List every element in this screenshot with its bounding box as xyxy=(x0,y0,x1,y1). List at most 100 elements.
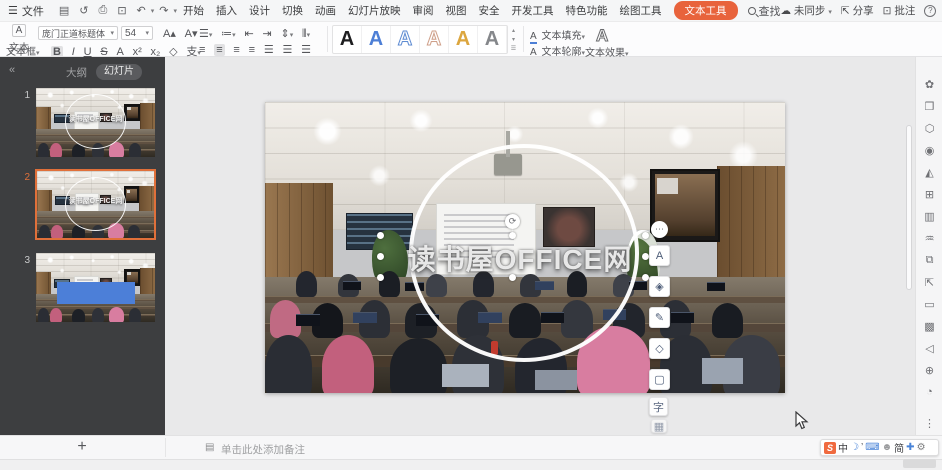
wordart-style-3[interactable]: A xyxy=(391,26,420,53)
ime-punctuation-icon[interactable]: ’ xyxy=(861,442,863,453)
canvas-scrollbar[interactable] xyxy=(906,125,912,290)
ime-skin-icon[interactable]: ✚ xyxy=(906,442,914,453)
selection-handle-ne[interactable] xyxy=(642,232,649,239)
tab-texttools-active[interactable]: 文本工具 xyxy=(674,1,738,20)
ime-simplified-toggle[interactable]: 简 xyxy=(894,440,904,455)
text-fill-button[interactable]: A 文本填充▾ xyxy=(530,27,585,42)
bullets-button[interactable]: ☰▾ xyxy=(199,27,212,40)
ime-keyboard-icon[interactable]: ⌨ xyxy=(865,442,879,453)
selection-handle-se[interactable] xyxy=(642,274,649,281)
slide-thumbnail-1[interactable]: 读书屋OFFICE网 xyxy=(36,88,155,157)
indent-button[interactable]: ⇥ xyxy=(262,27,271,40)
float-grid-button[interactable]: ▦ xyxy=(651,419,667,433)
font-size-select[interactable]: 54▾ xyxy=(121,26,153,40)
current-slide[interactable]: 读书屋OFFICE网 ⟳ xyxy=(265,102,785,393)
gallery-more-icon[interactable]: ☰ xyxy=(511,45,516,52)
gallery-down-icon[interactable]: ▾ xyxy=(512,36,515,43)
sidebar-icon-12[interactable]: ▩ xyxy=(916,320,942,333)
tab-insert[interactable]: 插入 xyxy=(210,3,243,18)
tab-transition[interactable]: 切换 xyxy=(276,3,309,18)
sidebar-icon-10[interactable]: ⇱ xyxy=(916,276,942,289)
align-right-button[interactable]: ≡ xyxy=(233,44,239,56)
wordart-style-2[interactable]: A xyxy=(362,26,391,53)
tab-features[interactable]: 特色功能 xyxy=(560,3,614,18)
gallery-up-icon[interactable]: ▴ xyxy=(512,27,515,34)
sidebar-icon-15[interactable]: ◔ xyxy=(916,386,942,398)
tab-slideshow[interactable]: 幻灯片放映 xyxy=(342,3,407,18)
ime-lang-toggle[interactable]: 中 xyxy=(838,440,848,455)
undo-caret-icon[interactable]: ▾ xyxy=(151,7,155,15)
sidebar-more-icon[interactable]: ⋮ xyxy=(916,417,942,430)
float-frame-button[interactable]: ▢ xyxy=(649,369,670,390)
align-left-button[interactable]: ≡ xyxy=(199,44,205,56)
sidebar-icon-2[interactable]: ❒ xyxy=(916,100,942,113)
sidebar-icon-7[interactable]: ▥ xyxy=(916,210,942,223)
slide-thumbnail-2-selected[interactable]: 读书屋OFFICE网 xyxy=(35,169,156,240)
float-text-style-button[interactable]: A xyxy=(649,245,670,266)
undo-icon[interactable]: ↶ xyxy=(137,4,146,17)
distribute-button-2[interactable]: ☰ xyxy=(282,43,292,56)
find-button[interactable]: 查找 xyxy=(748,3,781,19)
float-layers-button[interactable]: ◈ xyxy=(649,276,670,297)
history-icon[interactable]: ↺ xyxy=(79,4,88,17)
sidebar-icon-4[interactable]: ◉ xyxy=(916,144,942,157)
sidebar-icon-3[interactable]: ⬡ xyxy=(916,122,942,135)
selection-handle-w[interactable] xyxy=(377,253,384,260)
outdent-button[interactable]: ⇤ xyxy=(244,27,253,40)
font-name-select[interactable]: 庞门正道标题体▾ xyxy=(38,26,118,40)
wordart-style-4[interactable]: A xyxy=(420,26,449,53)
tab-design[interactable]: 设计 xyxy=(243,3,276,18)
tab-animation[interactable]: 动画 xyxy=(309,3,342,18)
notes-placeholder[interactable]: 单击此处添加备注 xyxy=(221,442,305,457)
ime-toolbar[interactable]: S 中 ☽ ’ ⌨ ☻ 简 ✚ ⚙ xyxy=(820,439,939,456)
selection-handle-n[interactable] xyxy=(509,232,516,239)
redo-icon[interactable]: ↷ xyxy=(159,4,168,17)
sidebar-icon-14[interactable]: ⊕ xyxy=(916,364,942,377)
sidebar-icon-8[interactable]: ♒ xyxy=(916,232,942,245)
tab-drawtools[interactable]: 绘图工具 xyxy=(614,3,668,18)
align-justify-button[interactable]: ≡ xyxy=(249,44,255,56)
ime-logo-icon[interactable]: S xyxy=(824,442,836,454)
numbering-button[interactable]: ≔▾ xyxy=(221,27,236,40)
collapse-panel-icon[interactable]: « xyxy=(9,64,15,76)
sidebar-icon-1[interactable]: ✿ xyxy=(916,78,942,91)
editing-canvas[interactable]: 读书屋OFFICE网 ⟳ xyxy=(165,57,915,435)
sidebar-icon-9[interactable]: ⧉ xyxy=(916,254,942,267)
sync-status[interactable]: ☁ 未同步 ▾ xyxy=(781,3,832,18)
float-more-options-button[interactable]: ⋯ xyxy=(651,221,668,238)
wordart-style-5[interactable]: A xyxy=(449,26,478,53)
text-direction-button[interactable]: ⫴▾ xyxy=(302,28,310,41)
sidebar-icon-13[interactable]: ◁ xyxy=(916,342,942,355)
ime-account-icon[interactable]: ☻ xyxy=(882,442,893,453)
preview-icon[interactable]: ⊡ xyxy=(117,4,126,17)
rotate-handle[interactable]: ⟳ xyxy=(505,214,520,229)
float-char-button[interactable]: 字 xyxy=(649,397,668,416)
tab-security[interactable]: 安全 xyxy=(473,3,506,18)
print-icon[interactable]: ⎙ xyxy=(99,4,108,17)
float-brush-button[interactable]: ✎ xyxy=(649,307,670,328)
tab-slides-active[interactable]: 幻灯片 xyxy=(96,64,142,80)
share-button[interactable]: ⇱ 分享 xyxy=(841,3,874,18)
sidebar-icon-11[interactable]: ▭ xyxy=(916,298,942,311)
wordart-style-6[interactable]: A xyxy=(478,26,507,53)
selection-handle-e[interactable] xyxy=(642,253,649,260)
sidebar-icon-6[interactable]: ⊞ xyxy=(916,188,942,201)
wordart-style-1[interactable]: A xyxy=(333,26,362,53)
tab-home[interactable]: 开始 xyxy=(177,3,210,18)
comment-button[interactable]: ⊡ 批注 xyxy=(883,3,916,18)
ime-settings-icon[interactable]: ⚙ xyxy=(917,442,926,453)
float-shape-button[interactable]: ◇ xyxy=(649,338,670,359)
selection-handle-s[interactable] xyxy=(509,274,516,281)
tab-devtools[interactable]: 开发工具 xyxy=(506,3,560,18)
text-outline-button[interactable]: A 文本轮廓▾ xyxy=(530,43,585,58)
selection-handle-sw[interactable] xyxy=(377,274,384,281)
ime-moon-icon[interactable]: ☽ xyxy=(850,442,859,453)
help-button[interactable]: ? xyxy=(924,5,936,17)
tab-outline[interactable]: 大纲 xyxy=(66,65,87,80)
distribute-button-1[interactable]: ☰ xyxy=(264,43,274,56)
tab-review[interactable]: 审阅 xyxy=(407,3,440,18)
selection-handle-nw[interactable] xyxy=(377,232,384,239)
file-menu[interactable]: ☰ 文件 xyxy=(8,3,44,19)
line-spacing-button[interactable]: ⇕▾ xyxy=(280,27,293,40)
grow-font-button[interactable]: A▴ xyxy=(163,27,176,40)
